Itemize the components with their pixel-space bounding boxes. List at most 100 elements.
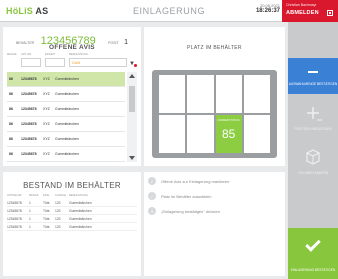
time-text: 18:26:37 <box>255 8 280 14</box>
cell-bezeichnung: Gummibärchen <box>69 208 92 213</box>
col-artnr: ARTIKELNR. <box>7 194 23 197</box>
bestand-title: BESTAND IM BEHÄLTER <box>23 181 121 190</box>
slot-cell-label: CURRENT STOCK <box>217 119 240 122</box>
slot-cell[interactable] <box>187 115 214 153</box>
row-bezeichnung: Gummibärchen <box>55 77 79 81</box>
platz-title: PLATZ IM BEHÄLTER <box>187 45 242 51</box>
slot-cell[interactable] <box>243 75 270 113</box>
row-einheit: XYZ <box>43 107 50 111</box>
row-bezeichnung: Gummibärchen <box>55 107 79 111</box>
logout-button[interactable]: Christian Bachmayr ABMELDEN <box>282 0 338 22</box>
user-name: Christian Bachmayr <box>286 3 317 7</box>
auswahlmenge-label: AUSWAHLMENGE BESTÄTIGEN <box>288 82 338 86</box>
platz-panel: PLATZ IM BEHÄLTER CURRENT STOCK 85 <box>144 27 285 166</box>
check-icon: ✓ <box>148 177 156 185</box>
row-einheit: XYZ <box>43 92 50 96</box>
scroll-thumb[interactable] <box>129 86 135 112</box>
filter-artnr-input[interactable] <box>21 58 41 67</box>
filter-bezeichnung-input[interactable]: GUM <box>69 58 127 67</box>
scroll-up-icon[interactable] <box>129 74 135 78</box>
filter-artnr-label: ART.-NR. <box>21 53 32 56</box>
filter-bezeichnung: BEZEICHNUNG GUM <box>69 53 127 67</box>
cell-einheit: Tüte <box>43 200 50 205</box>
cell-charge: 123 <box>55 216 61 221</box>
filter-bezeichnung-label: BEZEICHNUNG <box>69 53 88 56</box>
bestand-header: ARTIKELNR. MENGE EINH. CHARGE BEZEICHNUN… <box>7 194 137 197</box>
slot-cell-selected[interactable]: CURRENT STOCK 85 <box>215 115 242 153</box>
col-menge: MENGE <box>29 194 39 197</box>
row-einheit: XYZ <box>43 152 50 156</box>
step-3: 3 „Einlagerung bestätigen“ drücken <box>148 207 271 215</box>
datetime: 20.05.2021 18:26:37 <box>256 3 280 14</box>
filter-artnr: ART.-NR. <box>21 53 41 67</box>
avis-row[interactable]: 86 12345678 XYZ Gummibärchen <box>7 147 125 162</box>
scroll-down-icon[interactable] <box>129 156 135 160</box>
bestand-row: 12345678 1 Tüte 123 Gummibärchen <box>7 215 137 223</box>
box-icon <box>306 149 320 165</box>
avis-list: 86 12345678 XYZ Gummibärchen 86 12345678… <box>7 72 125 162</box>
cell-einheit: Tüte <box>43 224 50 229</box>
avis-row[interactable]: 86 12345678 XYZ Gummibärchen <box>7 87 125 102</box>
row-menge: 86 <box>9 122 13 126</box>
check-icon: ✓ <box>148 192 156 200</box>
slot-cell[interactable] <box>243 115 270 153</box>
slot-grid: CURRENT STOCK 85 <box>159 75 270 153</box>
slot-cell[interactable] <box>159 115 186 153</box>
add-position-icon <box>307 107 322 121</box>
avis-row[interactable]: 86 12345678 XYZ Gummibärchen <box>7 72 125 87</box>
row-bezeichnung: Gummibärchen <box>55 122 79 126</box>
logout-label: ABMELDEN <box>286 10 319 16</box>
position-hinzufuegen-button[interactable]: POSITION HINZUFÜGEN <box>288 100 338 138</box>
step-text: „Einlagerung bestätigen“ drücken <box>161 208 220 214</box>
cell-charge: 123 <box>55 224 61 229</box>
step-text: Platz im Behälter auswählen <box>161 193 212 199</box>
slot-cell-value: 85 <box>221 127 236 141</box>
filter-einheit-input[interactable] <box>45 58 65 67</box>
action-sidebar: AUSWAHLMENGE BESTÄTIGEN POSITION HINZUFÜ… <box>288 22 338 279</box>
bestand-list: 12345678 1 Tüte 123 Gummibärchen 1234567… <box>7 199 137 231</box>
container-tray: CURRENT STOCK 85 <box>152 70 277 158</box>
einlagerung-bestaetigen-button[interactable]: EINLAGERUNG BESTÄTIGEN <box>288 228 338 279</box>
cell-artnr: 12345678 <box>7 224 22 229</box>
row-artnr: 12345678 <box>21 122 37 126</box>
cell-artnr: 12345678 <box>7 208 22 213</box>
cell-bezeichnung: Gummibärchen <box>69 200 92 205</box>
slot-cell[interactable] <box>187 75 214 113</box>
logout-icon <box>327 10 333 16</box>
volumen-aendern-button[interactable]: VOLUMEN ÄNDERN <box>288 142 338 182</box>
auswahlmenge-bestaetigen-button[interactable]: AUSWAHLMENGE BESTÄTIGEN <box>288 58 338 94</box>
cell-bezeichnung: Gummibärchen <box>69 224 92 229</box>
slot-cell[interactable] <box>215 75 242 113</box>
filter-menge: MENGE <box>7 53 19 56</box>
row-artnr: 12345678 <box>21 152 37 156</box>
row-bezeichnung: Gummibärchen <box>55 137 79 141</box>
filter-einheit: EINHEIT <box>45 53 65 67</box>
bestand-row: 12345678 1 Tüte 123 Gummibärchen <box>7 199 137 207</box>
row-menge: 86 <box>9 77 13 81</box>
cell-menge: 1 <box>29 208 31 213</box>
filter-einheit-label: EINHEIT <box>45 53 56 56</box>
step-2: ✓ Platz im Behälter auswählen <box>148 192 271 200</box>
avis-row[interactable]: 86 12345678 XYZ Gummibärchen <box>7 132 125 147</box>
avis-row[interactable]: 86 12345678 XYZ Gummibärchen <box>7 102 125 117</box>
row-artnr: 12345678 <box>21 92 37 96</box>
row-bezeichnung: Gummibärchen <box>55 92 79 96</box>
cell-einheit: Tüte <box>43 216 50 221</box>
cell-bezeichnung: Gummibärchen <box>69 216 92 221</box>
cell-charge: 123 <box>55 200 61 205</box>
cell-artnr: 12345678 <box>7 216 22 221</box>
row-menge: 86 <box>9 92 13 96</box>
step-text: Offene Avis zur Einlagerung markieren <box>161 178 230 184</box>
app-window: HöLiS AS EINLAGERUNG 20.05.2021 18:26:37… <box>0 0 338 279</box>
minus-icon <box>308 71 318 73</box>
row-menge: 86 <box>9 107 13 111</box>
offene-avis-panel: BEHÄLTER 123456789 POSIT 1 OFFENE AVIS M… <box>3 27 141 166</box>
avis-scrollbar[interactable] <box>127 72 137 162</box>
cell-menge: 1 <box>29 200 31 205</box>
row-artnr: 12345678 <box>21 137 37 141</box>
col-charge: CHARGE <box>55 194 67 197</box>
avis-row[interactable]: 86 12345678 XYZ Gummibärchen <box>7 117 125 132</box>
slot-cell[interactable] <box>159 75 186 113</box>
row-menge: 86 <box>9 137 13 141</box>
cell-menge: 1 <box>29 216 31 221</box>
